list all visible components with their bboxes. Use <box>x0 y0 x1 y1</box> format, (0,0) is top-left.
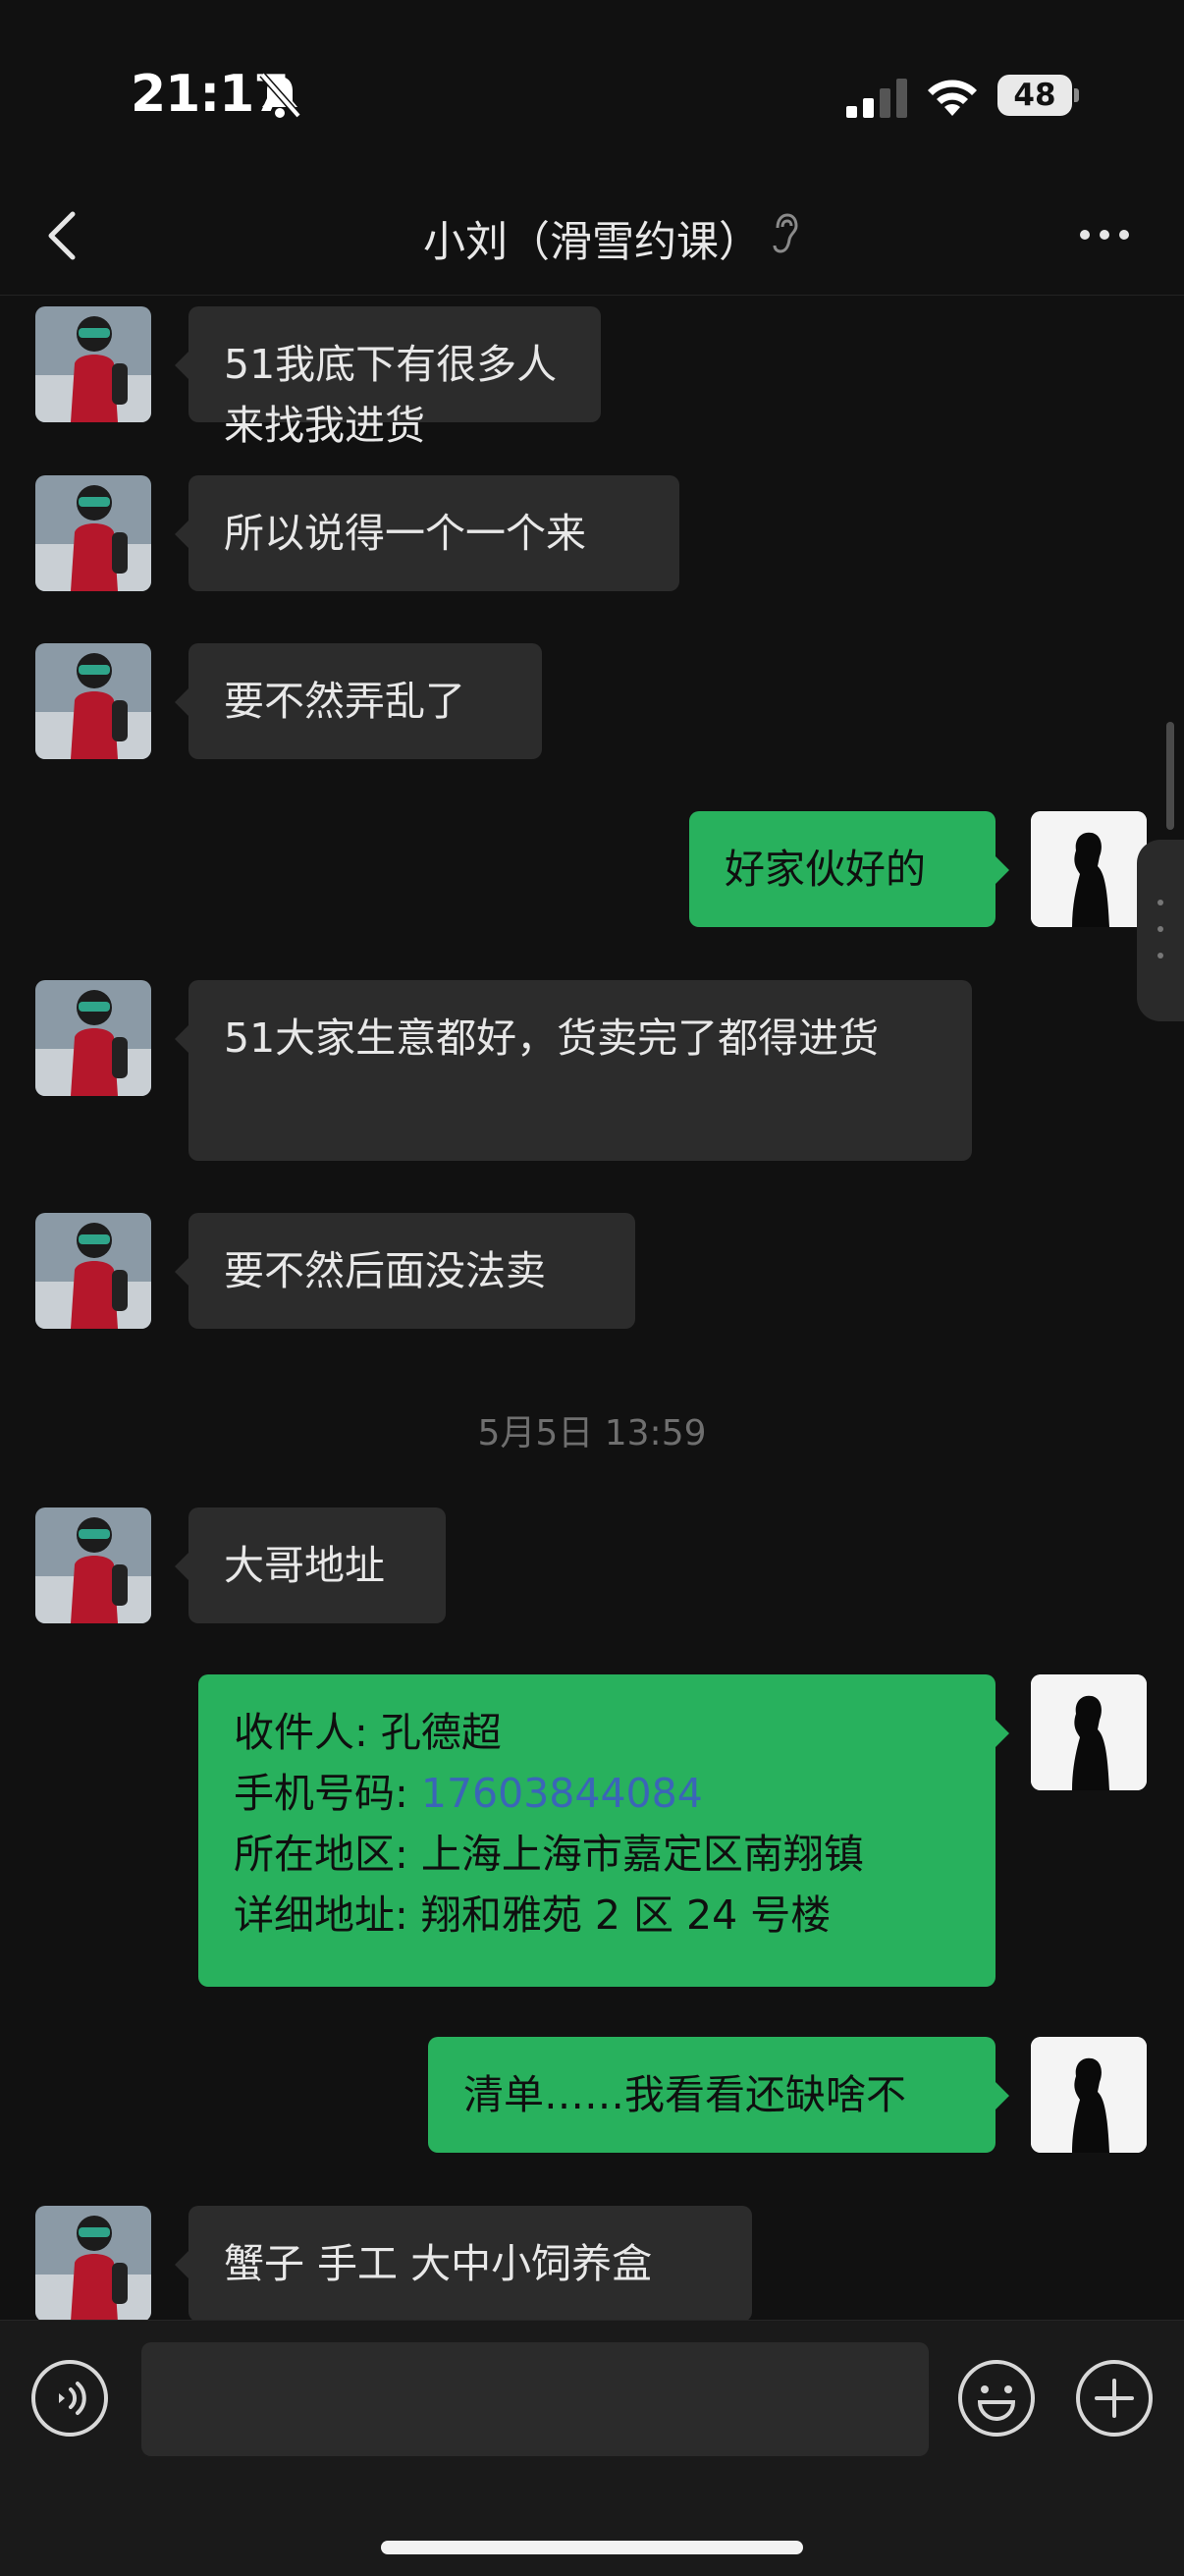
message-timestamp: 5月5日 13:59 <box>477 1413 707 1453</box>
recipient-value: 孔德超 <box>380 1709 502 1756</box>
more-options-icon[interactable] <box>1078 226 1131 244</box>
home-indicator <box>381 2541 803 2554</box>
side-panel-handle[interactable] <box>1137 840 1184 1021</box>
chat-title: 小刘（滑雪约课） <box>423 218 761 267</box>
bell-muted-icon <box>259 72 301 119</box>
address-detail-line: 详细地址: 翔和雅苑 2 区 24 号楼 <box>234 1885 960 1946</box>
detail-label: 详细地址: <box>234 1891 421 1939</box>
wifi-icon <box>928 80 977 116</box>
skier-avatar-icon <box>35 980 151 1096</box>
cellular-signal-icon <box>846 79 907 118</box>
my-avatar[interactable] <box>1031 1674 1147 1790</box>
contact-avatar[interactable] <box>35 2206 151 2320</box>
address-phone-line: 手机号码: 17603844084 <box>234 1763 960 1824</box>
incoming-bubble[interactable]: 大哥地址 <box>175 1507 446 1623</box>
phone-label: 手机号码: <box>234 1770 421 1817</box>
emoji-icon[interactable] <box>956 2358 1037 2439</box>
contact-avatar[interactable] <box>35 643 151 759</box>
incoming-bubble[interactable]: 所以说得一个一个来 <box>175 475 679 591</box>
scrollbar-thumb[interactable] <box>1166 722 1174 830</box>
input-bar <box>0 2320 1184 2576</box>
silhouette-avatar-icon <box>1031 811 1147 927</box>
incoming-bubble[interactable]: 51我底下有很多人来找我进货 <box>175 306 601 449</box>
skier-avatar-icon <box>35 2206 151 2320</box>
incoming-bubble[interactable]: 要不然弄乱了 <box>175 643 542 759</box>
skier-avatar-icon <box>35 643 151 759</box>
incoming-bubble[interactable]: 要不然后面没法卖 <box>175 1213 635 1329</box>
address-bubble[interactable]: 收件人: 孔德超 手机号码: 17603844084 所在地区: 上海上海市嘉定… <box>198 1674 1009 1987</box>
battery-indicator: 48 <box>997 75 1080 118</box>
contact-avatar[interactable] <box>35 980 151 1096</box>
detail-value: 翔和雅苑 2 区 24 号楼 <box>420 1891 832 1939</box>
silhouette-avatar-icon <box>1031 1674 1147 1790</box>
my-avatar[interactable] <box>1031 811 1147 927</box>
incoming-bubble[interactable]: 蟹子 手工 大中小饲养盒 <box>175 2206 752 2320</box>
plus-icon[interactable] <box>1074 2358 1155 2439</box>
outgoing-bubble[interactable]: 好家伙好的 <box>689 811 1009 927</box>
outgoing-bubble[interactable]: 清单……我看看还缺啥不 <box>428 2037 1009 2153</box>
voice-input-icon[interactable] <box>29 2358 110 2439</box>
message-list[interactable]: 51我底下有很多人来找我进货 所以说得一个一个来 要不然弄乱了 好家伙好的 51… <box>0 295 1184 2320</box>
skier-avatar-icon <box>35 306 151 422</box>
battery-tip <box>1074 88 1079 102</box>
silhouette-avatar-icon <box>1031 2037 1147 2153</box>
contact-avatar[interactable] <box>35 1213 151 1329</box>
incoming-bubble[interactable]: 51大家生意都好，货卖完了都得进货 <box>175 980 972 1161</box>
region-value: 上海上海市嘉定区南翔镇 <box>420 1831 864 1878</box>
message-input[interactable] <box>141 2342 929 2456</box>
recipient-label: 收件人: <box>234 1709 381 1756</box>
contact-avatar[interactable] <box>35 475 151 591</box>
skier-avatar-icon <box>35 1213 151 1329</box>
skier-avatar-icon <box>35 1507 151 1623</box>
contact-avatar[interactable] <box>35 1507 151 1623</box>
status-bar: 21:17 48 <box>0 0 1184 187</box>
phone-link[interactable]: 17603844084 <box>421 1770 703 1817</box>
grip-dots-icon <box>1157 900 1163 959</box>
my-avatar[interactable] <box>1031 2037 1147 2153</box>
chat-header: 小刘（滑雪约课） <box>0 187 1184 296</box>
battery-level: 48 <box>1013 78 1056 113</box>
region-label: 所在地区: <box>234 1831 421 1878</box>
address-region-line: 所在地区: 上海上海市嘉定区南翔镇 <box>234 1824 960 1885</box>
address-recipient-line: 收件人: 孔德超 <box>234 1702 960 1763</box>
skier-avatar-icon <box>35 475 151 591</box>
contact-avatar[interactable] <box>35 306 151 422</box>
earpiece-mode-icon <box>773 213 798 253</box>
